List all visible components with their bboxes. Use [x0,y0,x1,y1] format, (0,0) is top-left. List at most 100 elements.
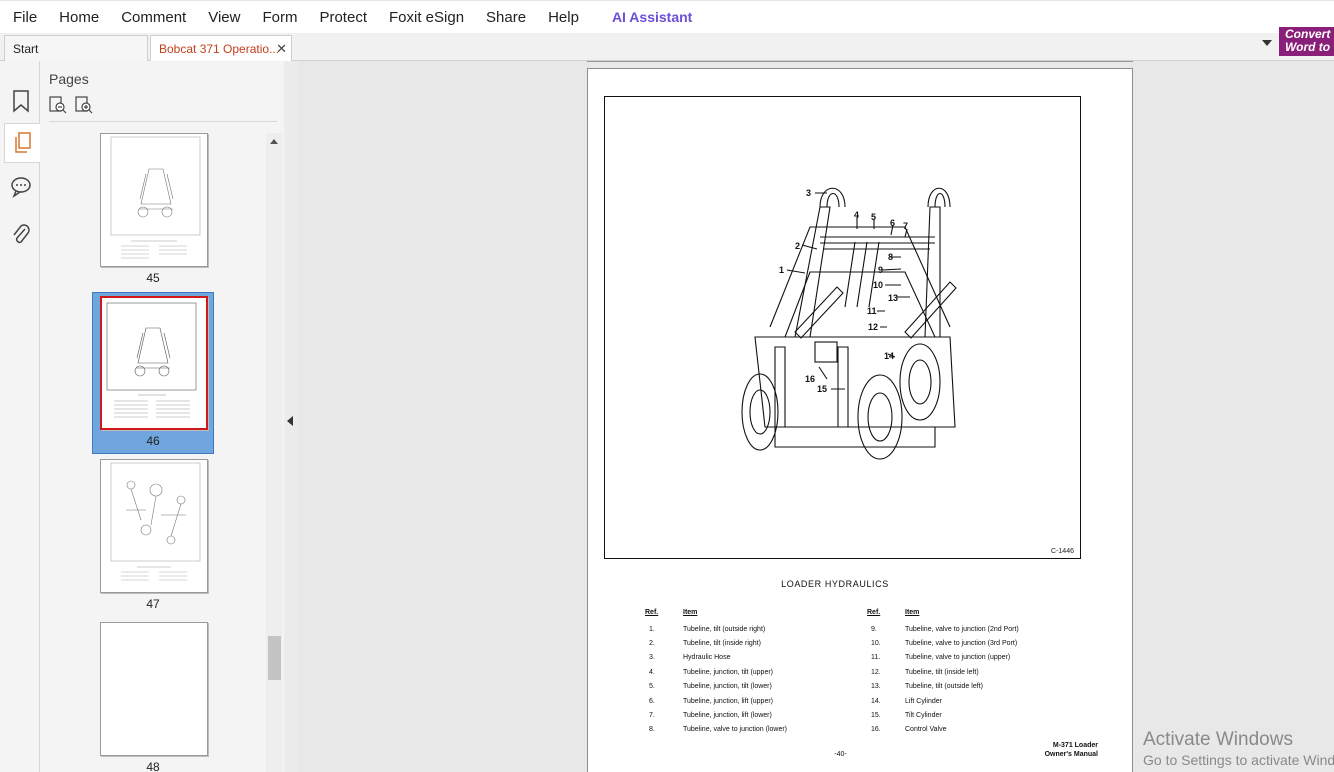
menu-bar: File Home Comment View Form Protect Foxi… [0,0,1334,33]
parts-row: 10. Tubeline, valve to junction (3rd Port… [867,636,1019,650]
callout-12: 12 [868,322,878,332]
callout-3: 3 [806,188,811,198]
parts-list-left: Ref. Item 1. Tubeline, tilt (outside righ… [645,609,787,737]
convert-word-promo-button[interactable]: Convert Word to [1279,27,1334,56]
callout-13: 13 [888,293,898,303]
promo-line-2: Word to [1285,40,1331,54]
page-thumbnail-45[interactable] [100,133,208,267]
part-item: Tubeline, valve to junction (upper) [905,654,1011,662]
page-thumbnail-47[interactable] [100,459,208,593]
part-item: Tubeline, valve to junction (3rd Port) [905,640,1018,648]
part-item: Tubeline, tilt (outside left) [905,683,983,691]
part-item: Hydraulic Hose [683,654,731,662]
tab-document[interactable]: Bobcat 371 Operatio... ✕ [150,35,292,62]
part-ref: 5. [649,683,655,691]
scroll-up-arrow-icon[interactable] [270,139,278,144]
loader-hydraulics-figure: 1 2 3 4 5 6 7 8 9 10 11 12 13 14 15 16 C… [604,96,1081,559]
item-column-header: Item [683,609,698,616]
parts-row: 5. Tubeline, junction, tilt (lower) [645,680,787,694]
pages-panel-title: Pages [49,71,89,87]
callout-10: 10 [873,280,883,290]
part-item: Tubeline, junction, lift (upper) [683,697,774,705]
page-thumbnail-48[interactable] [100,622,208,756]
part-ref: 14. [871,697,881,705]
attachment-icon[interactable] [5,215,37,255]
thumbnail-tools [49,96,93,119]
part-ref: 4. [649,668,655,676]
zoom-out-thumbnail-icon[interactable] [49,96,67,119]
menu-form[interactable]: Form [251,1,308,34]
parts-row: 7. Tubeline, junction, lift (lower) [645,708,787,722]
callout-8: 8 [888,252,893,262]
part-ref: 10. [871,640,881,648]
menu-view[interactable]: View [197,1,251,34]
page-thumbnail-46[interactable] [100,296,208,430]
menu-help[interactable]: Help [537,1,590,34]
callout-16: 16 [805,374,815,384]
part-item: Tubeline, tilt (inside right) [683,640,761,648]
part-ref: 6. [649,697,655,705]
item-column-header: Item [905,609,920,616]
page-thumbnail-label: 48 [146,760,160,772]
page-heading: LOADER HYDRAULICS [781,579,889,589]
part-item: Tubeline, junction, tilt (upper) [683,668,774,676]
collapse-arrow-icon[interactable] [287,416,293,426]
part-ref: 11. [871,654,881,662]
part-item: Tubeline, tilt (inside left) [905,668,979,676]
menu-share[interactable]: Share [475,1,537,34]
part-ref: 12. [871,668,881,676]
manual-model: M-371 Loader [1052,742,1098,749]
parts-row: 14. Lift Cylinder [867,694,1019,708]
previous-page-edge [587,61,1133,62]
parts-row: 6. Tubeline, junction, lift (upper) [645,694,787,708]
part-ref: 2. [649,640,655,648]
part-ref: 8. [649,726,655,734]
parts-row: 2. Tubeline, tilt (inside right) [645,636,787,650]
tab-start[interactable]: Start [4,35,148,61]
ref-column-header: Ref. [645,609,659,616]
callout-9: 9 [878,265,883,275]
menu-ai-assistant[interactable]: AI Assistant [601,1,703,34]
page-thumbnail-label: 47 [146,597,160,611]
part-ref: 9. [871,625,877,633]
menu-protect[interactable]: Protect [308,1,378,34]
part-item: Tubeline, valve to junction (2nd Port) [905,625,1019,633]
page-thumbnail-label: 46 [146,434,160,448]
bookmark-icon[interactable] [5,81,37,121]
scrollbar-thumb[interactable] [268,636,281,680]
panel-collapse-handle[interactable] [284,61,298,772]
menu-file[interactable]: File [0,1,48,34]
page-number: -40- [834,751,847,758]
parts-row: 11. Tubeline, valve to junction (upper) [867,651,1019,665]
watermark-line-2: Go to Settings to activate Windows. [1143,752,1334,768]
comment-icon[interactable] [5,167,37,207]
navigation-rail [0,61,40,772]
panel-divider [49,121,277,122]
part-item: Lift Cylinder [905,697,942,705]
menu-foxit-esign[interactable]: Foxit eSign [378,1,475,34]
parts-row: 13. Tubeline, tilt (outside left) [867,680,1019,694]
menu-comment[interactable]: Comment [110,1,197,34]
part-ref: 3. [649,654,655,662]
parts-row: 4. Tubeline, junction, tilt (upper) [645,665,787,679]
parts-row: 16. Control Valve [867,723,1019,737]
tab-list-dropdown-icon[interactable] [1262,40,1272,46]
part-ref: 1. [649,625,655,633]
callout-1: 1 [779,265,784,275]
parts-row: 15. Tilt Cylinder [867,708,1019,722]
callout-4: 4 [854,210,859,220]
zoom-in-thumbnail-icon[interactable] [75,96,93,119]
tab-start-label: Start [13,42,39,56]
thumbnail-list: 45 46 47 48 [40,133,266,772]
thumbnail-scrollbar[interactable] [266,133,282,772]
close-tab-icon[interactable]: ✕ [276,36,287,62]
pages-icon[interactable] [4,123,40,163]
parts-row: 9. Tubeline, valve to junction (2nd Port) [867,622,1019,636]
callout-14: 14 [884,351,894,361]
menu-home[interactable]: Home [48,1,110,34]
part-item: Tilt Cylinder [905,712,942,720]
callout-15: 15 [817,384,827,394]
parts-header: Ref. Item [867,609,1019,616]
tab-document-label: Bobcat 371 Operatio... [159,42,280,56]
figure-code: C-1446 [1051,548,1074,555]
